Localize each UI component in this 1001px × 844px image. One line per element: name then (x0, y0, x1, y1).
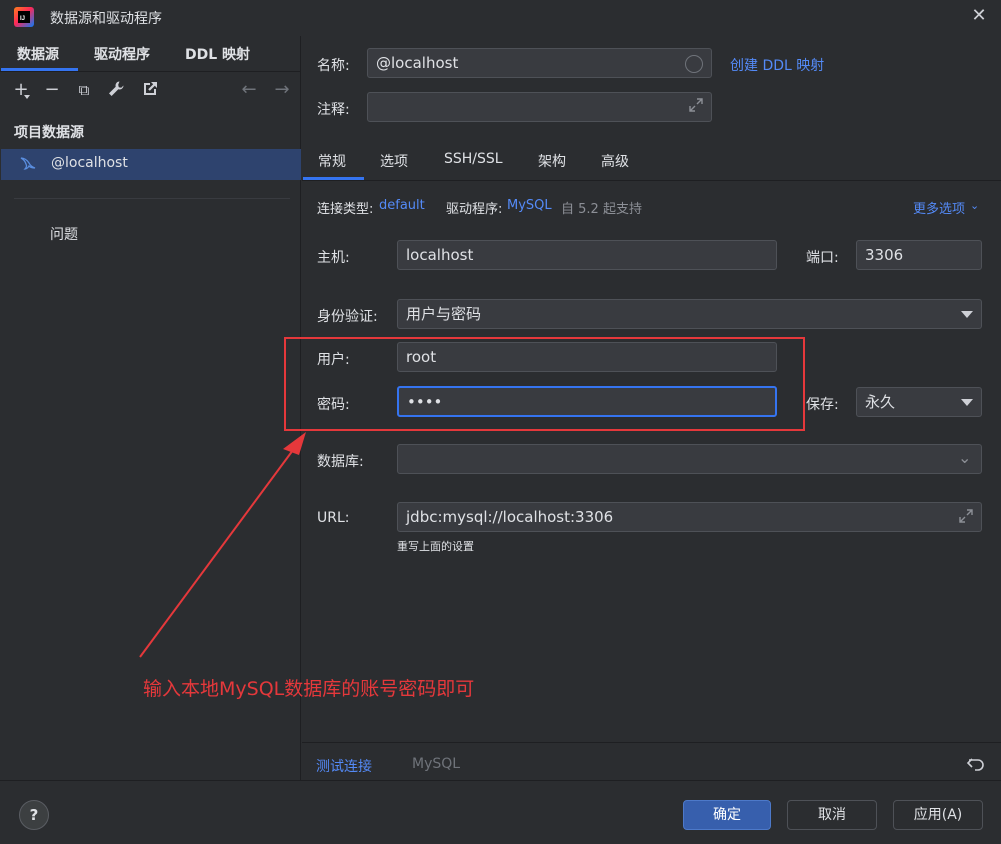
more-options-link[interactable]: 更多选项 (913, 198, 965, 217)
tab-data-sources[interactable]: 数据源 (17, 44, 59, 64)
comment-input[interactable] (367, 92, 712, 122)
datasource-item-localhost[interactable]: @localhost (1, 149, 301, 180)
tab-advanced[interactable]: 高级 (601, 151, 629, 171)
save-label: 保存: (806, 397, 839, 413)
port-label: 端口: (806, 250, 839, 266)
dropdown-arrow-icon (961, 399, 973, 406)
chevron-down-icon (24, 95, 30, 99)
url-hint: 重写上面的设置 (397, 540, 474, 553)
copy-icon[interactable]: ⧉ (73, 80, 95, 100)
forward-arrow-icon[interactable]: → (271, 80, 293, 100)
tab-schemas[interactable]: 架构 (538, 151, 566, 171)
url-label: URL: (317, 510, 350, 526)
tab-ssh-ssl[interactable]: SSH/SSL (444, 151, 503, 167)
auth-select-value: 用户与密码 (406, 305, 482, 323)
close-icon[interactable]: ✕ (966, 4, 992, 28)
tab-drivers[interactable]: 驱动程序 (94, 44, 150, 64)
test-connection-link[interactable]: 测试连接 (316, 756, 372, 776)
annotation-highlight-box (284, 337, 805, 431)
datasource-item-label: @localhost (51, 155, 128, 171)
mysql-dolphin-icon (19, 155, 39, 173)
divider (14, 198, 290, 199)
color-circle-icon[interactable] (685, 55, 703, 73)
name-label: 名称: (317, 58, 350, 74)
database-select[interactable] (397, 444, 982, 474)
divider (302, 742, 1001, 743)
name-input[interactable]: @localhost (367, 48, 712, 78)
connection-type-label: 连接类型: (317, 202, 374, 217)
dropdown-arrow-icon (961, 311, 973, 318)
wrench-icon[interactable] (105, 80, 127, 100)
ok-button[interactable]: 确定 (683, 800, 771, 830)
left-panel (0, 36, 301, 780)
host-input[interactable]: localhost (397, 240, 777, 270)
divider (302, 180, 1001, 181)
driver-footer-label: MySQL (412, 756, 461, 772)
intellij-app-icon: IJ (14, 7, 34, 27)
window-title: 数据源和驱动程序 (50, 11, 162, 27)
divider (0, 71, 301, 72)
annotation-text: 输入本地MySQL数据库的账号密码即可 (143, 678, 475, 700)
expand-icon[interactable] (958, 508, 974, 528)
save-select-value: 永久 (865, 393, 896, 411)
open-external-icon[interactable] (139, 80, 161, 100)
database-label: 数据库: (317, 454, 364, 470)
remove-icon[interactable]: − (41, 80, 63, 100)
expand-icon[interactable] (688, 97, 704, 117)
back-arrow-icon[interactable]: ← (238, 80, 260, 100)
driver-support-note: 自 5.2 起支持 (561, 202, 642, 217)
revert-icon[interactable] (966, 754, 986, 778)
chevron-down-icon: ⌄ (970, 199, 980, 212)
section-title: 项目数据源 (14, 125, 84, 141)
title-bar: IJ 数据源和驱动程序 ✕ (0, 0, 1001, 36)
problems-item[interactable]: 问题 (50, 224, 78, 244)
driver-label: 驱动程序: (446, 202, 503, 217)
tab-general[interactable]: 常规 (318, 151, 346, 171)
tab-ddl-mapping[interactable]: DDL 映射 (185, 44, 250, 64)
url-input[interactable]: jdbc:mysql://localhost:3306 (397, 502, 982, 532)
help-button[interactable]: ? (19, 800, 49, 830)
host-label: 主机: (317, 250, 350, 266)
create-ddl-mapping-link[interactable]: 创建 DDL 映射 (730, 55, 824, 75)
chevron-down-icon: ⌄ (958, 448, 972, 467)
tab-options[interactable]: 选项 (380, 151, 408, 171)
driver-link[interactable]: MySQL (507, 198, 552, 213)
apply-button[interactable]: 应用(A) (893, 800, 983, 830)
cancel-button[interactable]: 取消 (787, 800, 877, 830)
auth-label: 身份验证: (317, 309, 378, 325)
auth-select[interactable]: 用户与密码 (397, 299, 982, 329)
connection-type-link[interactable]: default (379, 198, 425, 213)
comment-label: 注释: (317, 102, 350, 118)
port-input[interactable]: 3306 (856, 240, 982, 270)
